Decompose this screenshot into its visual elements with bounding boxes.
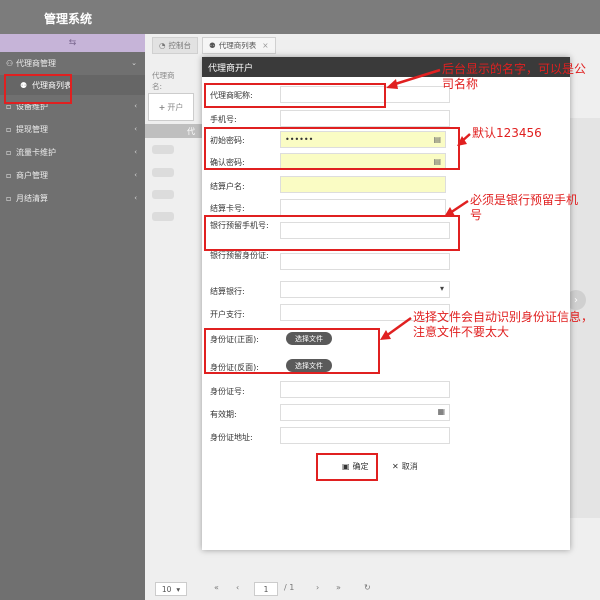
bank-select[interactable]: ▾ — [280, 281, 450, 298]
sidebar-collapse-toggle[interactable]: ⇆ — [0, 34, 145, 52]
cancel-button[interactable]: ✕ 取消 — [392, 461, 418, 472]
sidebar-group-agent[interactable]: ⚇ 代理商管理 ⌄ — [0, 52, 145, 75]
sidebar-group-merchant[interactable]: ▫ 商户管理 ‹ — [0, 164, 145, 187]
card-icon: ▫ — [6, 148, 12, 157]
field-label: 手机号: — [210, 115, 237, 124]
annotation-name: 后台显示的名字，可以是公司名称 — [442, 62, 587, 91]
app-title: 管理系统 — [44, 12, 93, 26]
page-size-select[interactable]: 10 ▾ — [155, 582, 187, 596]
id-number-input[interactable] — [280, 381, 450, 398]
card-number-input[interactable] — [280, 199, 446, 216]
cancel-label: 取消 — [401, 462, 418, 471]
chevron-left-icon: ‹ — [134, 194, 137, 202]
next-page-button[interactable]: › — [316, 583, 319, 592]
open-account-button[interactable]: + 开户 — [148, 93, 194, 121]
last-page-button[interactable]: » — [336, 583, 341, 592]
close-icon[interactable]: × — [262, 41, 268, 50]
blurred-cell — [152, 145, 174, 154]
chevron-left-icon: ‹ — [134, 102, 137, 110]
account-name-input[interactable] — [280, 176, 446, 193]
users-icon: ⚉ — [209, 41, 216, 50]
field-label: 身份证地址: — [210, 433, 253, 442]
filter-label-2: 名: — [152, 82, 163, 91]
page-number-input[interactable]: 1 — [254, 582, 278, 596]
chevron-left-icon: ‹ — [134, 125, 137, 133]
sidebar-group-simcard[interactable]: ▫ 流量卡维护 ‹ — [0, 141, 145, 164]
tab-bar: ◔ 控制台 ⚉ 代理商列表 × — [152, 37, 276, 54]
sidebar-group-withdraw[interactable]: ▫ 提现管理 ‹ — [0, 118, 145, 141]
user-icon: ⚇ — [6, 59, 14, 68]
annotation-bank-phone: 必须是银行预留手机号 — [470, 193, 579, 222]
field-label: 有效期: — [210, 410, 237, 419]
highlight-bank-phone — [204, 215, 460, 251]
tab-agent-list[interactable]: ⚉ 代理商列表 × — [202, 37, 276, 54]
calendar-icon[interactable]: ▦ — [437, 407, 445, 416]
refresh-button[interactable]: ↻ — [364, 583, 371, 592]
field-label: 开户支行: — [210, 310, 245, 319]
highlight-nickname — [204, 83, 386, 108]
prev-page-button[interactable]: ‹ — [236, 583, 239, 592]
sidebar-group-settlement[interactable]: ▫ 月结清算 ‹ — [0, 187, 145, 210]
first-page-button[interactable]: « — [214, 583, 219, 592]
chevron-right-icon: › — [574, 294, 578, 306]
sidebar-group-label: 商户管理 — [16, 171, 48, 180]
field-label: 结算户名: — [210, 182, 245, 191]
annotation-idcard: 选择文件会自动识别身份证信息，注意文件不要太大 — [413, 310, 594, 339]
annotation-password: 默认123456 — [472, 126, 542, 140]
sidebar-group-label: 月结清算 — [16, 194, 48, 203]
modal-title: 代理商开户 — [208, 63, 254, 74]
page-total: / 1 — [284, 583, 295, 592]
blurred-cell — [152, 212, 174, 221]
filter-label: 代理商 — [152, 71, 175, 80]
plus-icon: + — [158, 102, 166, 112]
highlight-idcard — [204, 328, 380, 374]
highlight-sidebar — [4, 74, 72, 104]
sidebar-group-label: 提现管理 — [16, 125, 48, 134]
table-header-cell: 代 — [187, 127, 195, 136]
field-label: 结算银行: — [210, 287, 245, 296]
calendar-icon: ▫ — [6, 194, 12, 203]
tab-label: 控制台 — [168, 41, 192, 50]
highlight-password — [204, 127, 460, 170]
sidebar: ⇆ ⚇ 代理商管理 ⌄ ⚉ 代理商列表 ▫ 设备维护 ‹ ▫ 提现管理 ‹ ▫ … — [0, 34, 145, 600]
page-size-value: 10 — [161, 584, 172, 594]
page-number-value: 1 — [263, 584, 269, 594]
tab-dashboard[interactable]: ◔ 控制台 — [152, 37, 199, 54]
chevron-down-icon: ⌄ — [131, 59, 137, 67]
sidebar-group-label: 代理商管理 — [16, 59, 56, 68]
chevron-down-icon: ▾ — [176, 584, 181, 594]
dashboard-icon: ◔ — [159, 41, 166, 50]
id-address-input[interactable] — [280, 427, 450, 444]
chevron-left-icon: ‹ — [134, 148, 137, 156]
sidebar-group-label: 流量卡维护 — [16, 148, 56, 157]
validity-input[interactable]: ▦ — [280, 404, 450, 421]
close-icon: ✕ — [392, 462, 399, 471]
top-bar: 管理系统 — [0, 0, 600, 34]
highlight-confirm — [316, 453, 378, 481]
bank-idcard-input[interactable] — [280, 253, 450, 270]
money-icon: ▫ — [6, 125, 12, 134]
shop-icon: ▫ — [6, 171, 12, 180]
field-label: 结算卡号: — [210, 204, 245, 213]
collapse-icon: ⇆ — [68, 38, 77, 48]
blurred-cell — [152, 190, 174, 199]
chevron-left-icon: ‹ — [134, 171, 137, 179]
phone-input[interactable] — [280, 110, 450, 127]
tab-label: 代理商列表 — [218, 41, 257, 50]
field-label: 身份证号: — [210, 387, 245, 396]
caret-down-icon: ▾ — [439, 284, 444, 293]
blurred-cell — [152, 168, 174, 177]
field-label: 银行预留身份证: — [210, 251, 269, 260]
open-account-label: 开户 — [167, 102, 184, 112]
